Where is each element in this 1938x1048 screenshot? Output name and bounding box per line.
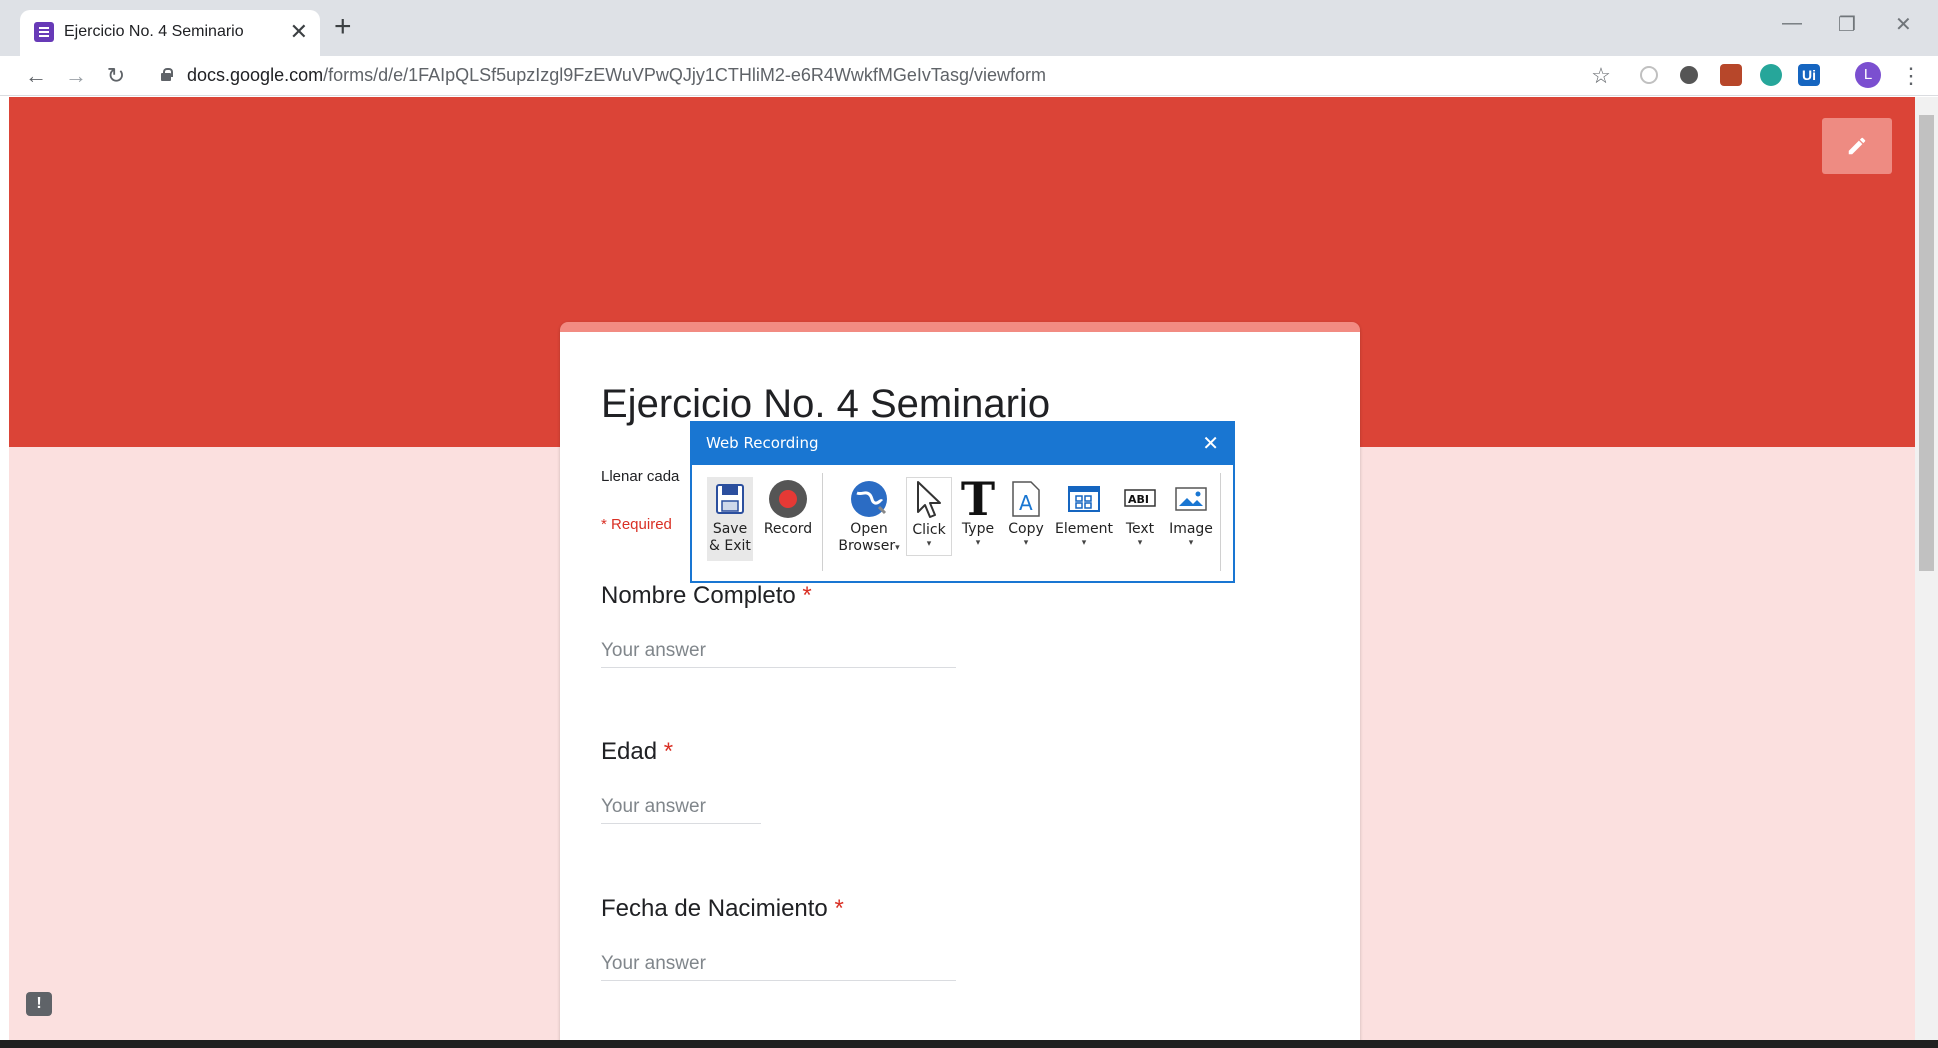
forms-favicon-icon bbox=[34, 22, 54, 42]
record-label: Record bbox=[763, 521, 813, 537]
element-label: Element bbox=[1055, 521, 1113, 537]
copy-label: Copy bbox=[1008, 521, 1044, 537]
click-dropdown-icon: ▾ bbox=[926, 539, 932, 549]
tab-title: Ejercicio No. 4 Seminario bbox=[64, 23, 244, 40]
element-button[interactable]: Element ▾ bbox=[1053, 477, 1115, 548]
close-window-icon[interactable]: ✕ bbox=[1895, 12, 1912, 37]
forward-icon[interactable]: → bbox=[60, 60, 92, 92]
feedback-icon[interactable]: ! bbox=[26, 992, 52, 1016]
copy-dropdown-icon: ▾ bbox=[1023, 538, 1029, 548]
close-tab-icon[interactable]: ✕ bbox=[290, 19, 308, 45]
browser-tab[interactable]: Ejercicio No. 4 Seminario ✕ bbox=[20, 10, 320, 56]
image-dropdown-icon: ▾ bbox=[1188, 538, 1194, 548]
profile-avatar[interactable]: L bbox=[1855, 62, 1881, 88]
save-label-1: Save bbox=[712, 521, 748, 537]
copy-document-icon: A bbox=[1003, 477, 1049, 521]
lock-icon bbox=[160, 68, 173, 81]
type-dropdown-icon: ▾ bbox=[975, 538, 981, 548]
question-label: Fecha de Nacimiento bbox=[601, 895, 828, 922]
minimize-icon[interactable]: — bbox=[1782, 12, 1802, 35]
element-dropdown-icon: ▾ bbox=[1081, 538, 1087, 548]
required-star: * bbox=[834, 895, 844, 922]
record-button[interactable]: Record bbox=[758, 477, 818, 538]
fecha-input[interactable]: Your answer bbox=[601, 953, 956, 981]
edit-form-button[interactable] bbox=[1822, 118, 1892, 174]
required-note: * Required bbox=[601, 516, 672, 533]
back-icon[interactable]: ← bbox=[20, 60, 52, 92]
click-label: Click bbox=[912, 522, 946, 538]
element-window-icon bbox=[1053, 477, 1115, 521]
bookmark-star-icon[interactable]: ☆ bbox=[1585, 60, 1617, 92]
recording-titlebar: Web Recording ✕ bbox=[692, 423, 1233, 465]
scroll-thumb[interactable] bbox=[1919, 115, 1934, 571]
url-host: docs.google.com bbox=[187, 65, 324, 85]
click-button[interactable]: Click ▾ bbox=[906, 477, 952, 556]
question-label: Nombre Completo bbox=[601, 582, 796, 609]
required-star: * bbox=[663, 738, 674, 765]
nombre-input[interactable]: Your answer bbox=[601, 640, 956, 668]
record-icon bbox=[758, 477, 818, 521]
question-fecha-label: Fecha de Nacimiento * bbox=[601, 895, 844, 923]
edad-input[interactable]: Your answer bbox=[601, 796, 761, 824]
close-recording-icon[interactable]: ✕ bbox=[1202, 431, 1219, 456]
form-description: Llenar cada bbox=[601, 468, 680, 485]
extension-teal-icon[interactable] bbox=[1760, 64, 1782, 86]
image-button[interactable]: Image ▾ bbox=[1166, 477, 1216, 548]
question-label: Edad bbox=[601, 738, 658, 765]
svg-text:A: A bbox=[1019, 491, 1033, 515]
pdf-extension-icon[interactable] bbox=[1720, 64, 1742, 86]
text-abi-icon: ABI bbox=[1117, 477, 1163, 521]
copy-button[interactable]: A Copy ▾ bbox=[1003, 477, 1049, 548]
image-picture-icon bbox=[1166, 477, 1216, 521]
taskbar bbox=[0, 1040, 1938, 1048]
open-label-1: Open bbox=[850, 521, 888, 537]
tab-strip: Ejercicio No. 4 Seminario ✕ + — ❐ ✕ bbox=[0, 0, 1938, 56]
question-edad-label: Edad * bbox=[601, 738, 673, 766]
cursor-icon bbox=[907, 478, 951, 522]
web-recording-dialog: Web Recording ✕ Save & Exit Record Open … bbox=[690, 421, 1235, 583]
globe-icon bbox=[832, 477, 906, 521]
question-nombre-label: Nombre Completo * bbox=[601, 582, 812, 610]
type-t-icon: T bbox=[960, 471, 996, 526]
page-scrollbar[interactable] bbox=[1915, 97, 1938, 1040]
separator bbox=[822, 473, 823, 571]
open-label-2: Browser▾ bbox=[838, 538, 900, 554]
save-exit-button[interactable]: Save & Exit bbox=[707, 477, 753, 561]
text-button[interactable]: ABI Text ▾ bbox=[1117, 477, 1163, 548]
browser-toolbar: ← → ↻ docs.google.com/forms/d/e/1FAIpQLS… bbox=[0, 56, 1938, 96]
text-label: Text bbox=[1125, 521, 1155, 537]
required-star: * bbox=[802, 582, 812, 609]
uipath-extension-icon[interactable]: Ui bbox=[1798, 64, 1820, 86]
open-browser-button[interactable]: Open Browser▾ bbox=[832, 477, 906, 555]
type-button[interactable]: T Type ▾ bbox=[955, 471, 1001, 549]
reload-icon[interactable]: ↻ bbox=[100, 60, 132, 92]
save-label-2: & Exit bbox=[709, 538, 751, 554]
url-path: /forms/d/e/1FAIpQLSf5upzIzgl9FzEWuVPwQJj… bbox=[323, 65, 1046, 85]
text-dropdown-icon: ▾ bbox=[1137, 538, 1143, 548]
extension-loading-icon[interactable] bbox=[1640, 66, 1658, 84]
image-label: Image bbox=[1169, 521, 1213, 537]
new-tab-button[interactable]: + bbox=[334, 12, 352, 42]
save-icon bbox=[707, 477, 753, 521]
svg-text:ABI: ABI bbox=[1128, 493, 1149, 506]
address-bar[interactable]: docs.google.com/forms/d/e/1FAIpQLSf5upzI… bbox=[187, 65, 1046, 86]
recording-title: Web Recording bbox=[706, 434, 819, 452]
extension-circle-icon[interactable] bbox=[1680, 66, 1698, 84]
pencil-icon bbox=[1848, 137, 1866, 155]
menu-kebab-icon[interactable]: ⋮ bbox=[1895, 60, 1927, 92]
restore-icon[interactable]: ❐ bbox=[1838, 12, 1856, 37]
separator bbox=[1220, 473, 1221, 571]
